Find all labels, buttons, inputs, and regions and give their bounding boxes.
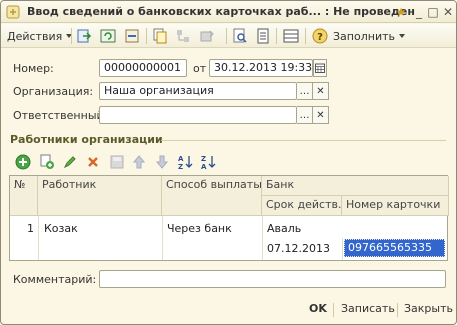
col-header-num[interactable]: № xyxy=(10,176,38,216)
move-up-icon xyxy=(132,155,146,169)
organization-label: Организация: xyxy=(13,85,94,98)
calendar-glyph-icon xyxy=(315,63,325,73)
col-header-term[interactable]: Срок действ... xyxy=(262,196,342,216)
col-header-payment[interactable]: Способ выплаты xyxy=(162,176,262,216)
add-row-icon[interactable] xyxy=(15,154,31,170)
title-bar: Ввод сведений о банковских карточках раб… xyxy=(1,1,456,23)
columns-icon[interactable] xyxy=(283,28,299,44)
svg-text:Z: Z xyxy=(178,163,183,170)
column-divider xyxy=(38,216,39,260)
refresh-icon[interactable] xyxy=(100,28,116,44)
bottom-button-bar: OK Записать Закрыть xyxy=(1,297,456,324)
calendar-icon[interactable] xyxy=(313,59,327,77)
document-icon xyxy=(6,5,20,19)
document-window: Ввод сведений о банковских карточках раб… xyxy=(0,0,457,325)
row-payment[interactable]: Через банк xyxy=(167,222,259,235)
toolbar-divider xyxy=(71,28,72,44)
toolbar-divider xyxy=(226,28,227,44)
fill-menu-button[interactable]: Заполнить xyxy=(333,27,405,45)
responsible-field[interactable] xyxy=(99,106,297,124)
comment-field[interactable] xyxy=(99,270,446,288)
move-icon xyxy=(200,30,214,42)
col-header-bank[interactable]: Банк xyxy=(262,176,449,196)
copy-icon[interactable] xyxy=(152,28,168,44)
actions-menu-label: Действия xyxy=(7,29,63,43)
section-divider xyxy=(161,140,446,141)
unpost-icon[interactable] xyxy=(124,28,140,44)
sort-descending-icon[interactable]: Z A xyxy=(200,154,216,170)
column-divider xyxy=(162,216,163,260)
actions-menu-button[interactable]: Действия xyxy=(7,27,73,45)
help-icon[interactable]: ? xyxy=(312,28,328,44)
button-divider xyxy=(397,303,398,317)
column-divider xyxy=(262,216,263,260)
col-header-card[interactable]: Номер карточки xyxy=(342,196,449,216)
maximize-button[interactable]: □ xyxy=(425,4,441,20)
save-disabled-icon xyxy=(110,155,124,169)
print-icon[interactable] xyxy=(255,28,271,44)
responsible-label: Ответственный: xyxy=(13,109,108,122)
post-doc-icon[interactable] xyxy=(76,28,92,44)
toolbar-divider xyxy=(276,28,277,44)
date-field[interactable]: 30.12.2013 19:33:28 xyxy=(209,59,313,77)
sort-ascending-icon[interactable]: A Z xyxy=(177,154,193,170)
toolbar: Действия ? Заполнить xyxy=(1,24,456,48)
copy-row-icon[interactable] xyxy=(39,154,55,170)
row-card-selected[interactable]: 097665565335 xyxy=(344,239,445,257)
close-button[interactable]: Закрыть xyxy=(404,302,453,315)
clear-icon: ✕ xyxy=(316,109,325,121)
responsible-clear-button[interactable]: ✕ xyxy=(313,106,329,124)
clear-icon: ✕ xyxy=(316,85,325,97)
organization-select-button[interactable]: … xyxy=(297,82,313,100)
row-num: 1 xyxy=(27,222,34,235)
favorite-star-icon[interactable]: ★ xyxy=(393,4,409,20)
structure-icon xyxy=(177,30,189,42)
delete-row-icon[interactable] xyxy=(85,154,101,170)
button-divider xyxy=(333,303,334,317)
move-down-icon xyxy=(155,155,169,169)
number-field[interactable]: 00000000001 xyxy=(99,59,187,77)
toolbar-divider xyxy=(305,28,306,44)
organization-field[interactable]: Наша организация xyxy=(99,82,297,100)
fill-menu-label: Заполнить xyxy=(333,29,395,43)
row-term[interactable]: 07.12.2013 xyxy=(267,242,339,255)
date-from-label: от xyxy=(193,62,207,75)
svg-text:Z: Z xyxy=(201,155,206,163)
chevron-down-icon xyxy=(398,34,405,38)
comment-label: Комментарий: xyxy=(13,273,97,286)
column-divider xyxy=(342,238,343,260)
ok-button[interactable]: OK xyxy=(309,302,327,315)
row-bank[interactable]: Аваль xyxy=(267,222,445,235)
number-label: Номер: xyxy=(13,62,54,75)
window-title: Ввод сведений о банковских карточках раб… xyxy=(27,5,415,18)
svg-text:A: A xyxy=(201,163,207,170)
close-window-button[interactable]: ✕ xyxy=(440,4,456,20)
row-employee[interactable]: Козак xyxy=(44,222,158,235)
svg-text:?: ? xyxy=(317,32,323,43)
find-icon[interactable] xyxy=(232,28,248,44)
responsible-select-button[interactable]: … xyxy=(297,106,313,124)
toolbar-divider xyxy=(146,28,147,44)
svg-text:A: A xyxy=(178,155,184,163)
col-header-employee[interactable]: Работник xyxy=(38,176,162,216)
ellipsis-icon: … xyxy=(299,85,310,97)
save-button[interactable]: Записать xyxy=(341,302,395,315)
section-title: Работники организации xyxy=(10,133,163,146)
employees-table: № Работник Способ выплаты Банк Срок дейс… xyxy=(9,175,449,261)
ellipsis-icon: … xyxy=(299,109,310,121)
organization-clear-button[interactable]: ✕ xyxy=(313,82,329,100)
edit-row-icon[interactable] xyxy=(62,154,78,170)
